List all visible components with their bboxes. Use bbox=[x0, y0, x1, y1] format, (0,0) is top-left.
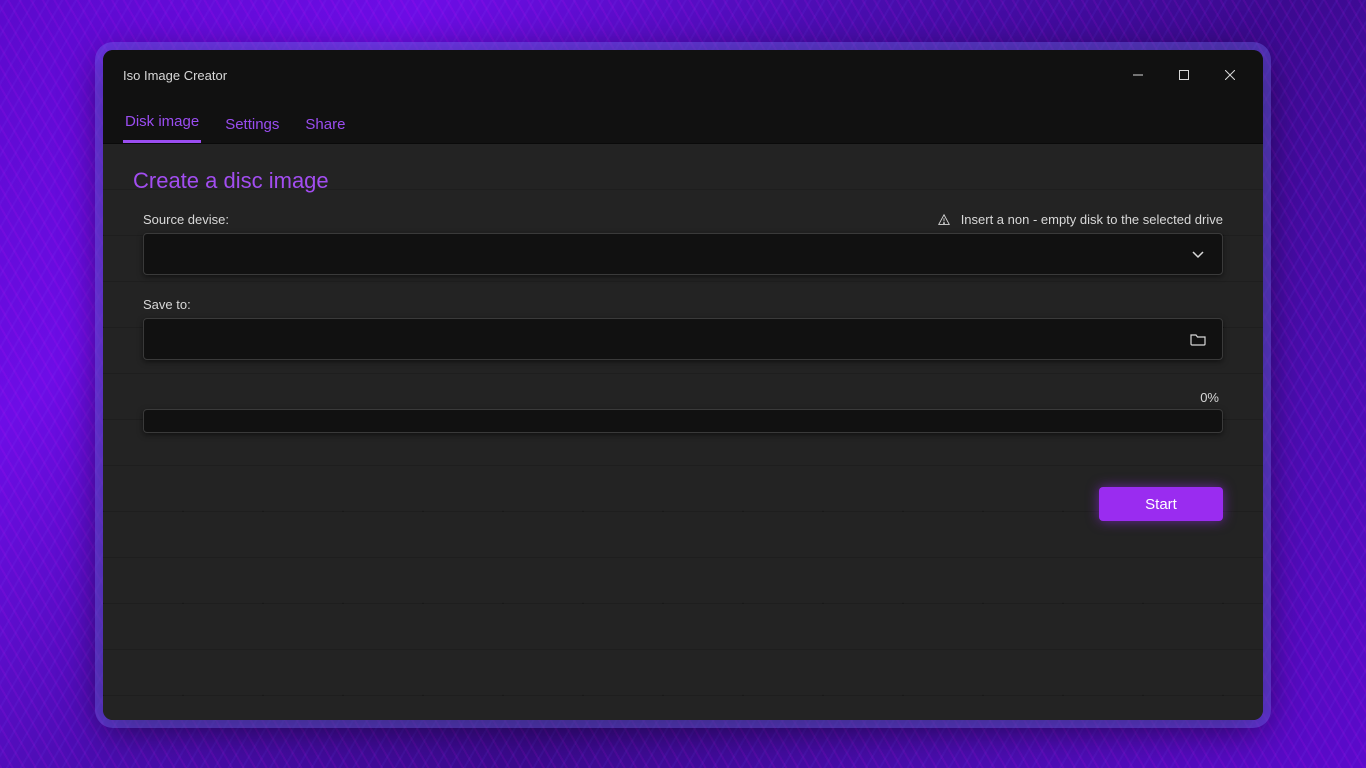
tab-settings[interactable]: Settings bbox=[223, 106, 281, 143]
close-button[interactable] bbox=[1207, 59, 1253, 91]
warning-icon bbox=[937, 213, 951, 227]
minimize-icon bbox=[1133, 70, 1143, 80]
page-title: Create a disc image bbox=[133, 168, 1233, 194]
tab-share[interactable]: Share bbox=[303, 106, 347, 143]
folder-icon[interactable] bbox=[1186, 332, 1210, 346]
save-to-field[interactable] bbox=[143, 318, 1223, 360]
chevron-down-icon bbox=[1186, 247, 1210, 261]
save-to-label: Save to: bbox=[143, 297, 191, 312]
app-window: Iso Image Creator Disk image Settings Sh… bbox=[103, 50, 1263, 720]
progress-percent: 0% bbox=[143, 390, 1219, 405]
tab-bar: Disk image Settings Share bbox=[103, 100, 1263, 144]
progress-bar bbox=[143, 409, 1223, 433]
source-device-label: Source devise: bbox=[143, 212, 229, 227]
titlebar: Iso Image Creator bbox=[103, 50, 1263, 100]
hint-text: Insert a non - empty disk to the selecte… bbox=[961, 212, 1223, 227]
maximize-button[interactable] bbox=[1161, 59, 1207, 91]
minimize-button[interactable] bbox=[1115, 59, 1161, 91]
tab-disk-image[interactable]: Disk image bbox=[123, 103, 201, 143]
hint-message: Insert a non - empty disk to the selecte… bbox=[937, 212, 1223, 227]
source-device-dropdown[interactable] bbox=[143, 233, 1223, 275]
content-area: Create a disc image Source devise: Inser… bbox=[103, 144, 1263, 720]
window-title: Iso Image Creator bbox=[123, 68, 227, 83]
maximize-icon bbox=[1179, 70, 1189, 80]
start-button[interactable]: Start bbox=[1099, 487, 1223, 521]
close-icon bbox=[1225, 70, 1235, 80]
